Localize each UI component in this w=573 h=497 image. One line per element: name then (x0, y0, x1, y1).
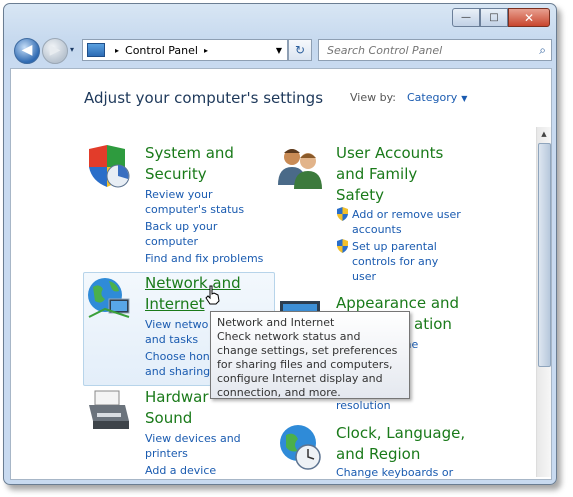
scroll-thumb[interactable] (538, 143, 551, 367)
shield-pie-icon (89, 145, 130, 188)
forward-button[interactable]: ▶ (42, 38, 68, 64)
search-box[interactable]: ⌕ (318, 39, 552, 61)
backup-link[interactable]: Back up your computer (145, 219, 285, 249)
printer-icon (89, 390, 129, 429)
tooltip-body: Check network status and change settings… (217, 330, 398, 399)
view-by-value: Category (407, 91, 458, 104)
back-arrow-icon: ◀ (21, 42, 33, 58)
category-title[interactable]: User Accounts and Family Safety (336, 143, 466, 206)
chevron-down-icon: ▼ (461, 94, 468, 103)
add-device-link[interactable]: Add a device (145, 463, 285, 478)
network-globe-icon (88, 278, 130, 318)
refresh-button[interactable]: ↻ (288, 39, 312, 61)
control-panel-icon (87, 43, 105, 57)
search-input[interactable] (325, 42, 529, 58)
review-status-link[interactable]: Review your computer's status (145, 187, 285, 217)
address-dropdown-icon[interactable]: ▼ (276, 46, 282, 55)
search-icon[interactable]: ⌕ (539, 43, 546, 58)
control-panel-window: — □ ✕ ◀ ▶ ▾ ▸ Control Panel ▸ ▼ ↻ ⌕ Adju… (3, 3, 557, 485)
scroll-up-button[interactable]: ▲ (537, 127, 551, 141)
users-icon (278, 149, 322, 189)
category-title[interactable]: Clock, Language, and Region (336, 423, 466, 465)
back-button[interactable]: ◀ (14, 38, 40, 64)
maximize-button[interactable]: □ (480, 8, 508, 27)
forward-arrow-icon: ▶ (49, 42, 61, 58)
uac-shield-icon (337, 239, 348, 253)
category-title[interactable]: System and Security (145, 143, 275, 185)
address-bar[interactable]: ▸ Control Panel ▸ ▼ (82, 39, 288, 61)
breadcrumb-control-panel[interactable]: Control Panel (125, 44, 198, 57)
change-keyboards-link[interactable]: Change keyboards or (336, 465, 476, 479)
view-by-label: View by: (350, 91, 396, 104)
find-fix-problems-link[interactable]: Find and fix problems (145, 251, 285, 266)
breadcrumb-separator-icon[interactable]: ▸ (115, 46, 119, 55)
hand-cursor-icon (205, 285, 220, 305)
category-tooltip: Network and Internet Check network statu… (210, 311, 410, 399)
screen-resolution-link[interactable]: resolution (336, 398, 476, 413)
parental-controls-link[interactable]: Set up parental controls for any user (352, 239, 492, 284)
recent-pages-dropdown[interactable]: ▾ (70, 45, 74, 54)
view-by-dropdown[interactable]: Category ▼ (407, 91, 467, 104)
content-pane: Adjust your computer's settings View by:… (10, 68, 552, 480)
vertical-scrollbar[interactable]: ▲ (536, 127, 551, 477)
navigation-toolbar: ◀ ▶ ▾ ▸ Control Panel ▸ ▼ ↻ ⌕ (12, 36, 552, 64)
change-theme-link[interactable]: eme (394, 337, 534, 352)
desktop-background-link[interactable]: op (394, 353, 534, 368)
devices-printers-link[interactable]: View devices and printers (145, 431, 285, 461)
close-button[interactable]: ✕ (508, 8, 550, 27)
minimize-button[interactable]: — (452, 8, 480, 27)
uac-shield-icon (337, 207, 348, 221)
caption-buttons: — □ ✕ (452, 8, 550, 27)
tooltip-title: Network and Internet (217, 316, 335, 329)
globe-clock-icon (280, 425, 321, 470)
add-remove-users-link[interactable]: Add or remove user accounts (352, 207, 492, 237)
breadcrumb-separator-icon[interactable]: ▸ (204, 46, 208, 55)
page-title: Adjust your computer's settings (84, 89, 324, 107)
